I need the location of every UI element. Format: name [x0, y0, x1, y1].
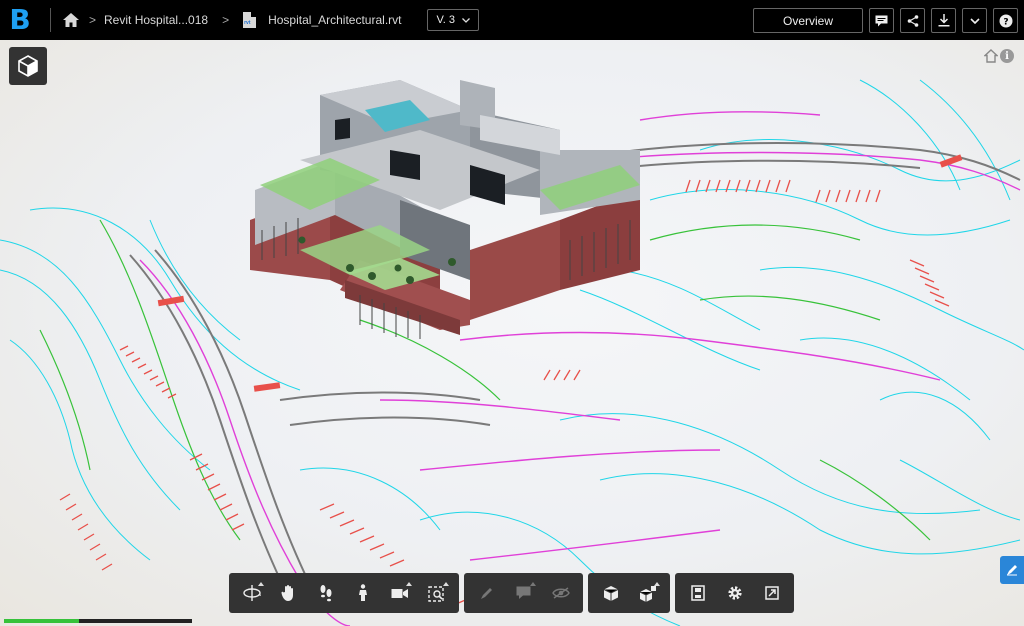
breadcrumb-file[interactable]: Hospital_Architectural.rvt	[268, 13, 401, 27]
settings-icon	[727, 586, 742, 600]
submenu-indicator	[443, 582, 449, 586]
progress-fill	[4, 619, 80, 623]
walk-tool[interactable]	[307, 573, 344, 613]
side-panel-toggle[interactable]	[1000, 556, 1024, 584]
svg-text:?: ?	[1003, 17, 1008, 27]
orbit-icon	[242, 585, 261, 601]
loading-progress-bar	[4, 619, 192, 623]
info-icon[interactable]: i	[1000, 49, 1014, 63]
first-person-icon	[358, 584, 367, 601]
breadcrumb: > Revit Hospital...018 > rvt Hospital_Ar…	[63, 12, 401, 28]
hide-icon	[551, 587, 570, 599]
chevron-right-icon: >	[89, 13, 97, 27]
pan-tool[interactable]	[270, 573, 307, 613]
toolbar-group-settings	[675, 573, 794, 613]
header-tools: Overview ?	[753, 8, 1018, 33]
chevron-right-icon: >	[222, 13, 230, 27]
chevron-down-icon	[969, 17, 980, 24]
submenu-indicator	[406, 582, 412, 586]
markup-tool[interactable]	[468, 573, 505, 613]
viewer-toolbar	[229, 573, 794, 613]
toolbar-group-navigation	[229, 573, 459, 613]
comment-icon	[875, 15, 888, 26]
markup-pen-icon	[1007, 565, 1017, 576]
fullscreen-tool[interactable]	[753, 573, 790, 613]
comment-icon	[516, 586, 530, 599]
fit-icon	[427, 586, 444, 602]
properties-tool[interactable]	[679, 573, 716, 613]
rvt-file-icon: rvt	[243, 12, 257, 28]
viewcube-button[interactable]	[9, 47, 47, 85]
app-logo[interactable]: B	[0, 0, 40, 40]
first-person-tool[interactable]	[344, 573, 381, 613]
breadcrumb-project[interactable]: Revit Hospital...018	[104, 13, 208, 27]
file-badge: rvt	[244, 20, 251, 26]
top-bar: B > Revit Hospital...018 > rvt Hospital_…	[0, 0, 1024, 40]
explode-icon	[639, 585, 656, 602]
fullscreen-icon	[764, 586, 779, 600]
overview-button[interactable]: Overview	[753, 8, 863, 33]
toolbar-group-markup	[464, 573, 583, 613]
cube-icon	[18, 55, 38, 77]
camera-icon	[391, 589, 408, 598]
home-icon[interactable]	[63, 13, 79, 27]
comment-button[interactable]	[869, 8, 894, 33]
markup-icon	[480, 588, 492, 599]
hospital-building-model[interactable]	[250, 80, 640, 339]
toolbar-group-model	[588, 573, 670, 613]
chevron-down-icon	[462, 17, 471, 23]
help-icon: ?	[999, 14, 1012, 27]
logo-letter: B	[9, 3, 31, 36]
orbit-tool[interactable]	[233, 573, 270, 613]
explode-tool[interactable]	[629, 573, 666, 613]
fit-to-view-tool[interactable]	[418, 573, 455, 613]
share-button[interactable]	[900, 8, 925, 33]
divider	[50, 8, 51, 32]
site-model-render[interactable]	[0, 40, 1024, 626]
model-viewport[interactable]: i	[0, 40, 1024, 626]
more-menu-button[interactable]	[962, 8, 987, 33]
version-select[interactable]: V. 3	[427, 9, 480, 31]
comment-tool[interactable]	[505, 573, 542, 613]
submenu-indicator	[654, 582, 660, 586]
submenu-indicator	[258, 582, 264, 586]
properties-icon	[690, 585, 705, 601]
hide-tool[interactable]	[542, 573, 579, 613]
share-icon	[907, 14, 918, 27]
pan-icon	[280, 585, 293, 601]
submenu-indicator	[530, 582, 536, 586]
version-label: V. 3	[436, 14, 456, 26]
walk-icon	[320, 585, 331, 602]
download-icon	[938, 14, 949, 27]
app-window: B > Revit Hospital...018 > rvt Hospital_…	[0, 0, 1024, 626]
settings-tool[interactable]	[716, 573, 753, 613]
model-icon	[603, 585, 618, 601]
camera-tool[interactable]	[381, 573, 418, 613]
download-button[interactable]	[931, 8, 956, 33]
home-view-icon[interactable]	[984, 49, 998, 63]
model-browser-tool[interactable]	[592, 573, 629, 613]
help-button[interactable]: ?	[993, 8, 1018, 33]
